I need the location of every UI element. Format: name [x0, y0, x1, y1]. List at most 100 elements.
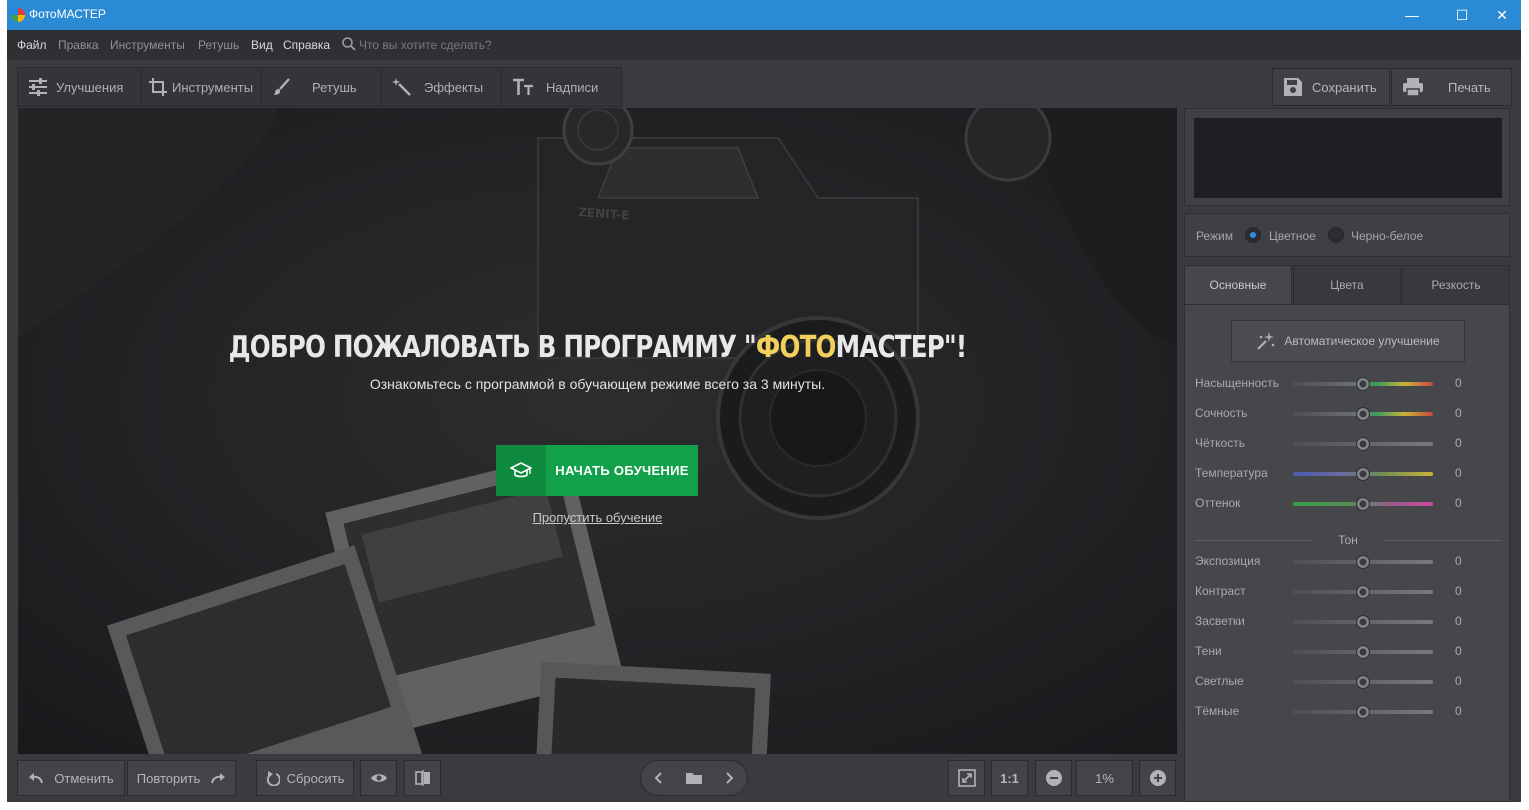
close-button[interactable]: ✕	[1483, 0, 1521, 30]
magic-wand-icon	[392, 78, 411, 96]
slider-row: Чёткость 0	[1185, 434, 1511, 454]
tab-enhancements[interactable]: Улучшения	[18, 68, 142, 106]
mode-label: Режим	[1196, 229, 1233, 243]
reset-label: Сбросить	[286, 770, 345, 786]
menu-file[interactable]: Файл	[17, 38, 47, 52]
save-label: Сохранить	[1312, 79, 1377, 95]
adjustment-tabs: Основные Цвета Резкость	[1184, 265, 1510, 305]
tab-basic[interactable]: Основные	[1184, 265, 1292, 305]
divider-right	[1385, 540, 1501, 541]
slider-value: 0	[1455, 644, 1462, 658]
print-button[interactable]: Печать	[1391, 68, 1512, 106]
photo-canvas[interactable]: ZENIT-E ДОБРО ПОЖАЛОВАТЬ В ПРОГРАММУ "ФО…	[18, 108, 1177, 754]
reset-button[interactable]: Сбросить	[256, 760, 354, 796]
slider-label: Температура	[1195, 466, 1268, 480]
slider-handle[interactable]	[1356, 437, 1370, 451]
slider-value: 0	[1455, 704, 1462, 718]
mode-color-radio[interactable]	[1245, 227, 1261, 243]
tab-tools[interactable]: Инструменты	[142, 68, 262, 106]
slider-row: Сочность 0	[1185, 404, 1511, 424]
slider-row: Тёмные 0	[1185, 702, 1511, 722]
preview-thumbnail[interactable]	[1194, 118, 1502, 198]
slider-handle[interactable]	[1356, 497, 1370, 511]
zoom-out-button[interactable]	[1035, 760, 1072, 796]
slider-label: Светлые	[1195, 674, 1244, 688]
slider-row: Контраст 0	[1185, 582, 1511, 602]
slider-label: Засветки	[1195, 614, 1245, 628]
auto-enhance-label: Автоматическое улучшение	[1284, 334, 1440, 348]
preview-eye-button[interactable]	[360, 760, 397, 796]
slider-handle[interactable]	[1356, 645, 1370, 659]
menu-edit[interactable]: Правка	[58, 38, 99, 52]
printer-icon	[1403, 78, 1423, 97]
mode-bw-label[interactable]: Черно-белое	[1351, 229, 1423, 243]
fit-to-screen-button[interactable]	[948, 760, 985, 796]
redo-label: Повторить	[136, 770, 201, 786]
save-button[interactable]: Сохранить	[1272, 68, 1390, 106]
skip-tutorial-link[interactable]: Пропустить обучение	[18, 510, 1177, 525]
zoom-1to1-button[interactable]: 1:1	[991, 760, 1028, 796]
search-icon	[342, 37, 356, 51]
zoom-level[interactable]: 1%	[1076, 760, 1133, 796]
slider-handle[interactable]	[1356, 407, 1370, 421]
slider-label: Чёткость	[1195, 436, 1245, 450]
zoom-out-icon	[1045, 770, 1062, 786]
welcome-title-part2: МАСТЕР"!	[835, 330, 967, 365]
welcome-title-accent: ФОТО	[755, 330, 837, 365]
auto-enhance-icon	[1257, 332, 1275, 350]
slider-label: Тёмные	[1195, 704, 1240, 718]
navigator-preview	[1184, 108, 1510, 206]
menu-retouch[interactable]: Ретушь	[198, 38, 239, 52]
slider-value: 0	[1455, 496, 1462, 510]
slider-handle[interactable]	[1356, 467, 1370, 481]
slider-row: Светлые 0	[1185, 672, 1511, 692]
undo-label: Отменить	[54, 770, 114, 786]
slider-handle[interactable]	[1356, 555, 1370, 569]
welcome-title-part1: ДОБРО ПОЖАЛОВАТЬ В ПРОГРАММУ "	[228, 330, 757, 365]
folder-icon[interactable]	[685, 771, 703, 785]
slider-handle[interactable]	[1356, 377, 1370, 391]
chevron-right-icon[interactable]	[723, 771, 735, 785]
bottom-toolbar: Отменить Повторить Сбросить 1:1 1%	[7, 755, 1182, 802]
tab-retouch[interactable]: Ретушь	[262, 68, 382, 106]
menu-help[interactable]: Справка	[283, 38, 330, 52]
slider-handle[interactable]	[1356, 705, 1370, 719]
reset-icon	[266, 771, 280, 786]
mode-color-label[interactable]: Цветное	[1269, 229, 1316, 243]
tab-label: Надписи	[546, 79, 599, 95]
tab-label: Эффекты	[424, 79, 484, 95]
mode-bw-radio[interactable]	[1328, 227, 1344, 243]
slider-row: Насыщенность 0	[1185, 374, 1511, 394]
tab-colors[interactable]: Цвета	[1293, 265, 1401, 305]
window-title: ФотоМАСТЕР	[29, 7, 106, 21]
compare-button[interactable]	[404, 760, 441, 796]
start-tutorial-button[interactable]: НАЧАТЬ ОБУЧЕНИЕ	[496, 445, 698, 496]
minimize-button[interactable]: —	[1393, 0, 1431, 30]
slider-handle[interactable]	[1356, 615, 1370, 629]
slider-label: Сочность	[1195, 406, 1248, 420]
search-input[interactable]	[359, 34, 579, 56]
auto-enhance-button[interactable]: Автоматическое улучшение	[1231, 320, 1465, 362]
slider-handle[interactable]	[1356, 585, 1370, 599]
welcome-title: ДОБРО ПОЖАЛОВАТЬ В ПРОГРАММУ "ФОТОМАСТЕР…	[122, 330, 1072, 365]
slider-row: Тени 0	[1185, 642, 1511, 662]
slider-handle[interactable]	[1356, 675, 1370, 689]
app-window: ФотоМАСТЕР — ☐ ✕ Файл Правка Инструменты Р…	[7, 0, 1521, 802]
menu-tools[interactable]: Инструменты	[110, 38, 185, 52]
maximize-button[interactable]: ☐	[1443, 0, 1481, 30]
zoom-in-button[interactable]	[1139, 760, 1176, 796]
tab-captions[interactable]: Надписи	[502, 68, 622, 106]
title-bar: ФотоМАСТЕР — ☐ ✕	[7, 0, 1521, 30]
brush-icon	[273, 78, 290, 95]
slider-value: 0	[1455, 614, 1462, 628]
redo-button[interactable]: Повторить	[127, 760, 236, 796]
slider-value: 0	[1455, 406, 1462, 420]
slider-row: Оттенок 0	[1185, 494, 1511, 514]
tab-effects[interactable]: Эффекты	[382, 68, 502, 106]
tab-sharpness[interactable]: Резкость	[1402, 265, 1510, 305]
undo-button[interactable]: Отменить	[17, 760, 125, 796]
slider-row: Экспозиция 0	[1185, 552, 1511, 572]
slider-label: Контраст	[1195, 584, 1246, 598]
chevron-left-icon[interactable]	[653, 771, 665, 785]
menu-view[interactable]: Вид	[251, 38, 273, 52]
